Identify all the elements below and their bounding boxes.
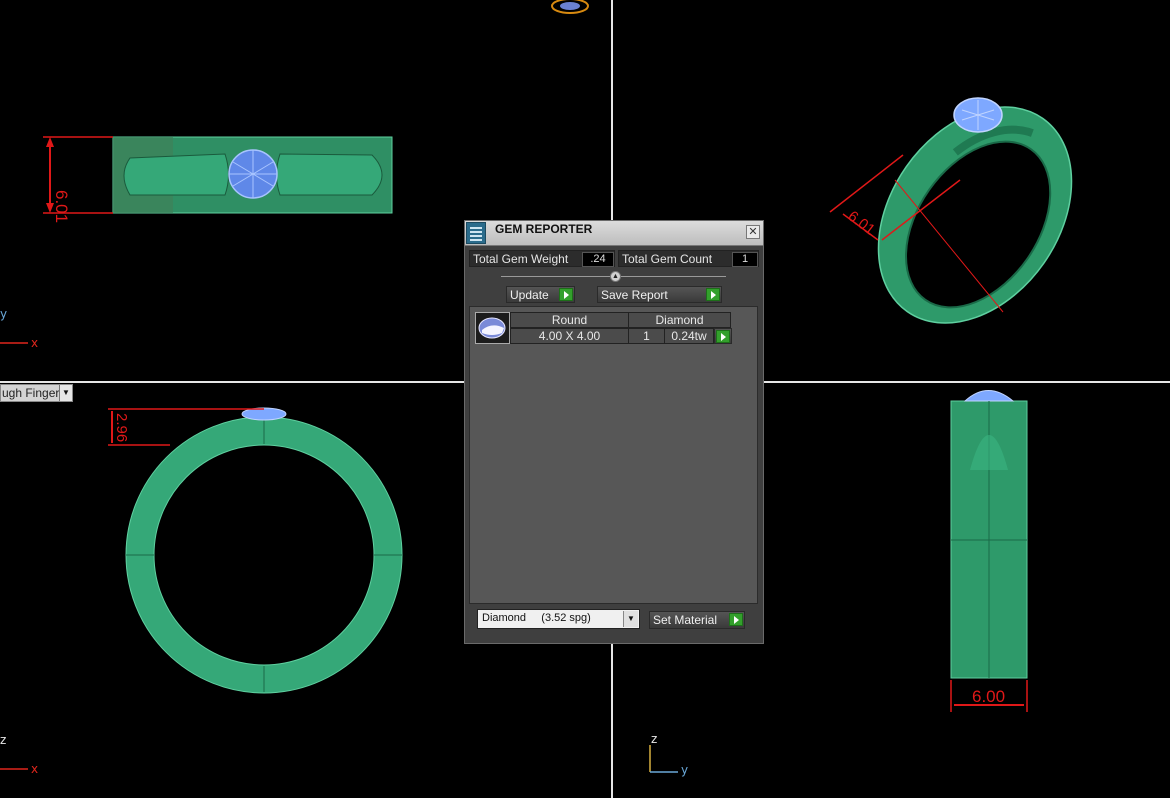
gem-size-cell: 4.00 X 4.00 — [510, 328, 629, 344]
play-arrow-icon[interactable] — [706, 288, 720, 301]
front-view-dimension-label: 2.96 — [113, 413, 130, 442]
gem-shape-cell: Round — [510, 312, 629, 328]
total-gem-count: Total Gem Count 1 — [618, 250, 759, 267]
chevron-down-icon[interactable]: ▼ — [623, 611, 638, 627]
perspective-view-gem — [953, 97, 1003, 133]
gem-count-cell: 1 — [628, 328, 665, 344]
gem-reporter-titlebar[interactable]: GEM REPORTER ✕ — [465, 221, 763, 246]
total-gem-count-label: Total Gem Count — [622, 252, 713, 266]
collapse-handle-icon[interactable]: ▲ — [610, 271, 621, 282]
close-icon[interactable]: ✕ — [746, 225, 760, 239]
front-view-axis-z: z — [0, 733, 6, 747]
total-gem-weight: Total Gem Weight .24 — [469, 250, 615, 267]
total-gem-count-value: 1 — [732, 252, 758, 267]
gem-list[interactable]: Round Diamond 4.00 X 4.00 1 0.24tw — [469, 306, 758, 604]
set-material-button-label: Set Material — [653, 613, 718, 627]
total-gem-weight-label: Total Gem Weight — [473, 252, 569, 266]
top-view-axis-x: x — [31, 336, 38, 350]
front-view-axis-x: x — [31, 762, 38, 776]
side-view-ring — [950, 390, 1028, 679]
total-gem-weight-value: .24 — [582, 252, 614, 267]
save-report-button-label: Save Report — [601, 288, 668, 302]
gem-row-action-button[interactable] — [714, 328, 732, 344]
side-view-axis-y: y — [681, 763, 688, 777]
gem-reporter-panel: GEM REPORTER ✕ Total Gem Weight .24 Tota… — [464, 220, 764, 644]
side-view-axis-z: z — [651, 732, 657, 746]
update-button-label: Update — [510, 288, 549, 302]
play-arrow-icon[interactable] — [559, 288, 573, 301]
play-arrow-icon[interactable] — [729, 613, 743, 626]
gem-reporter-app-icon — [466, 222, 486, 244]
top-view-ring — [112, 136, 393, 214]
side-view-dimension-label: 6.00 — [972, 687, 1005, 706]
update-button[interactable]: Update — [506, 286, 575, 303]
gem-reporter-title: GEM REPORTER — [495, 222, 593, 236]
gem-material-cell: Diamond — [628, 312, 731, 328]
set-material-button[interactable]: Set Material — [649, 611, 745, 629]
top-view-dimension-label: 6.01 — [52, 190, 71, 223]
play-arrow-icon[interactable] — [716, 330, 730, 343]
material-select[interactable]: Diamond (3.52 spg) ▼ — [477, 609, 640, 629]
view-selector-dropdown[interactable]: ugh Finger ▼ — [0, 384, 73, 402]
save-report-button[interactable]: Save Report — [597, 286, 722, 303]
view-selector-value: ugh Finger — [2, 386, 59, 400]
gem-weight-cell: 0.24tw — [664, 328, 714, 344]
top-view-axis-y: y — [0, 307, 7, 321]
round-gem-icon[interactable] — [475, 312, 510, 344]
chevron-down-icon[interactable]: ▼ — [59, 385, 72, 401]
material-select-value: Diamond (3.52 spg) — [482, 612, 591, 624]
